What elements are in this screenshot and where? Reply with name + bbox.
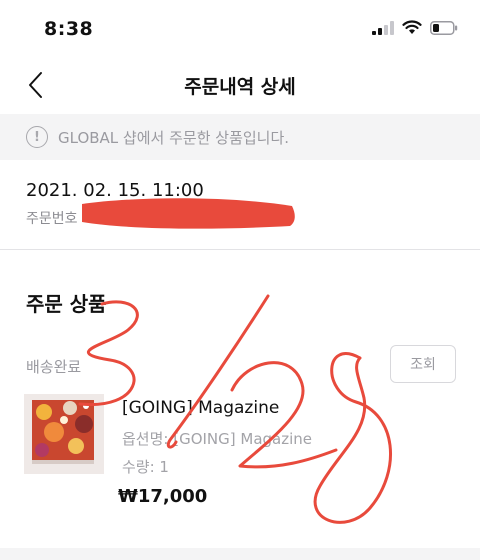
annotation-slash — [166, 294, 270, 449]
tracking-inquiry-button[interactable]: 조회 — [390, 345, 456, 383]
battery-icon — [430, 20, 458, 35]
section-divider-bottom — [0, 548, 480, 560]
status-time: 8:38 — [44, 18, 94, 40]
product-name[interactable]: [GOING] Magazine — [122, 398, 279, 418]
signal-icon — [372, 20, 394, 35]
product-option: 옵션명: [GOING] Magazine — [122, 430, 313, 448]
order-number-label: 주문번호 — [26, 211, 78, 227]
delivery-status: 배송완료 — [26, 358, 82, 376]
notice-text: GLOBAL 샵에서 주문한 상품입니다. — [58, 128, 290, 147]
order-date: 2021. 02. 15. 11:00 — [26, 180, 204, 201]
nav-bar: 주문내역 상세 — [0, 60, 480, 110]
info-icon: ! — [26, 126, 48, 148]
status-icons — [372, 20, 458, 35]
section-title: 주문 상품 — [26, 292, 107, 316]
page-title: 주문내역 상세 — [184, 76, 296, 98]
product-image — [24, 394, 104, 474]
annotation-digit-8 — [313, 352, 392, 524]
status-bar: 8:38 — [0, 0, 480, 60]
order-info: 2021. 02. 15. 11:00 주문번호 — [0, 160, 480, 250]
product-quantity: 수량: 1 — [122, 458, 169, 476]
notice-banner: ! GLOBAL 샵에서 주문한 상품입니다. — [0, 114, 480, 160]
section-divider — [0, 250, 480, 262]
wifi-icon — [402, 20, 422, 34]
product-price: ₩17,000 — [118, 486, 208, 507]
product-thumbnail[interactable] — [24, 394, 104, 474]
annotation-digit-3 — [78, 300, 139, 407]
